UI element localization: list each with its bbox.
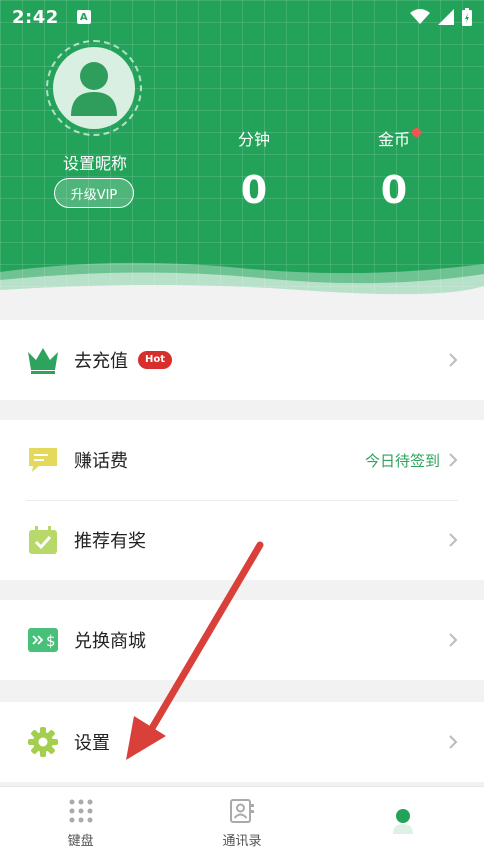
menu-item-referral[interactable]: 推荐有奖: [0, 500, 484, 580]
mall-card: $ 兑换商城: [0, 600, 484, 680]
menu-label-recharge: 去充值: [74, 351, 128, 372]
user-icon: [71, 62, 117, 116]
bottom-navigation: 键盘 通讯录: [0, 786, 484, 860]
settings-card: 设置: [0, 702, 484, 782]
battery-icon: [462, 8, 472, 26]
tab-contacts[interactable]: 通讯录: [161, 787, 322, 860]
earn-card: 赚话费 今日待签到 推荐有奖: [0, 420, 484, 580]
header-wave-decoration: [0, 262, 484, 300]
wifi-icon: [410, 9, 430, 24]
hot-badge: Hot: [138, 351, 173, 369]
minutes-label: 分钟: [237, 130, 270, 149]
status-time: 2:42: [12, 6, 59, 28]
chevron-right-icon: [449, 453, 458, 467]
check-in-status: 今日待签到: [364, 451, 440, 470]
menu-item-recharge[interactable]: 去充值 Hot: [0, 320, 484, 400]
menu-label-settings: 设置: [74, 733, 110, 754]
gear-icon: [26, 725, 60, 759]
exchange-money-icon: $: [26, 623, 60, 657]
chevron-right-icon: [449, 735, 458, 749]
avatar-image: [53, 47, 135, 129]
crown-icon: [26, 343, 60, 377]
tab-label-contacts: 通讯录: [222, 834, 262, 849]
recharge-card: 去充值 Hot: [0, 320, 484, 400]
status-bar: 2:42 A: [0, 0, 484, 34]
minutes-value: 0: [240, 168, 268, 212]
avatar[interactable]: [46, 40, 142, 136]
chevron-right-icon: [449, 633, 458, 647]
nickname[interactable]: 设置昵称: [40, 150, 150, 174]
menu-label-mall: 兑换商城: [74, 631, 146, 652]
menu-label-referral: 推荐有奖: [74, 531, 146, 552]
profile-header: 2:42 A 设置昵称 升级VIP 分钟 0 金币 0: [0, 0, 484, 300]
svg-text:$: $: [46, 632, 56, 650]
menu-item-mall[interactable]: $ 兑换商城: [0, 600, 484, 680]
chevron-right-icon: [449, 533, 458, 547]
tab-keypad[interactable]: 键盘: [0, 787, 161, 860]
calendar-check-icon: [26, 523, 60, 557]
tab-label-keypad: 键盘: [67, 834, 94, 849]
user-tab-icon: [393, 808, 414, 834]
menu-item-settings[interactable]: 设置: [0, 702, 484, 782]
menu-label-earn: 赚话费: [74, 451, 128, 472]
coins-notification-dot: [412, 128, 421, 137]
upgrade-vip-button[interactable]: 升级VIP: [54, 178, 134, 208]
keypad-icon: [69, 799, 93, 823]
coins-value: 0: [380, 168, 408, 212]
tab-me[interactable]: [323, 787, 484, 860]
signal-icon: [438, 9, 454, 25]
app-notification-icon: A: [76, 10, 91, 24]
message-icon: [26, 443, 60, 477]
menu-item-earn[interactable]: 赚话费 今日待签到: [0, 420, 484, 500]
contacts-icon: [229, 799, 254, 823]
chevron-right-icon: [449, 353, 458, 367]
